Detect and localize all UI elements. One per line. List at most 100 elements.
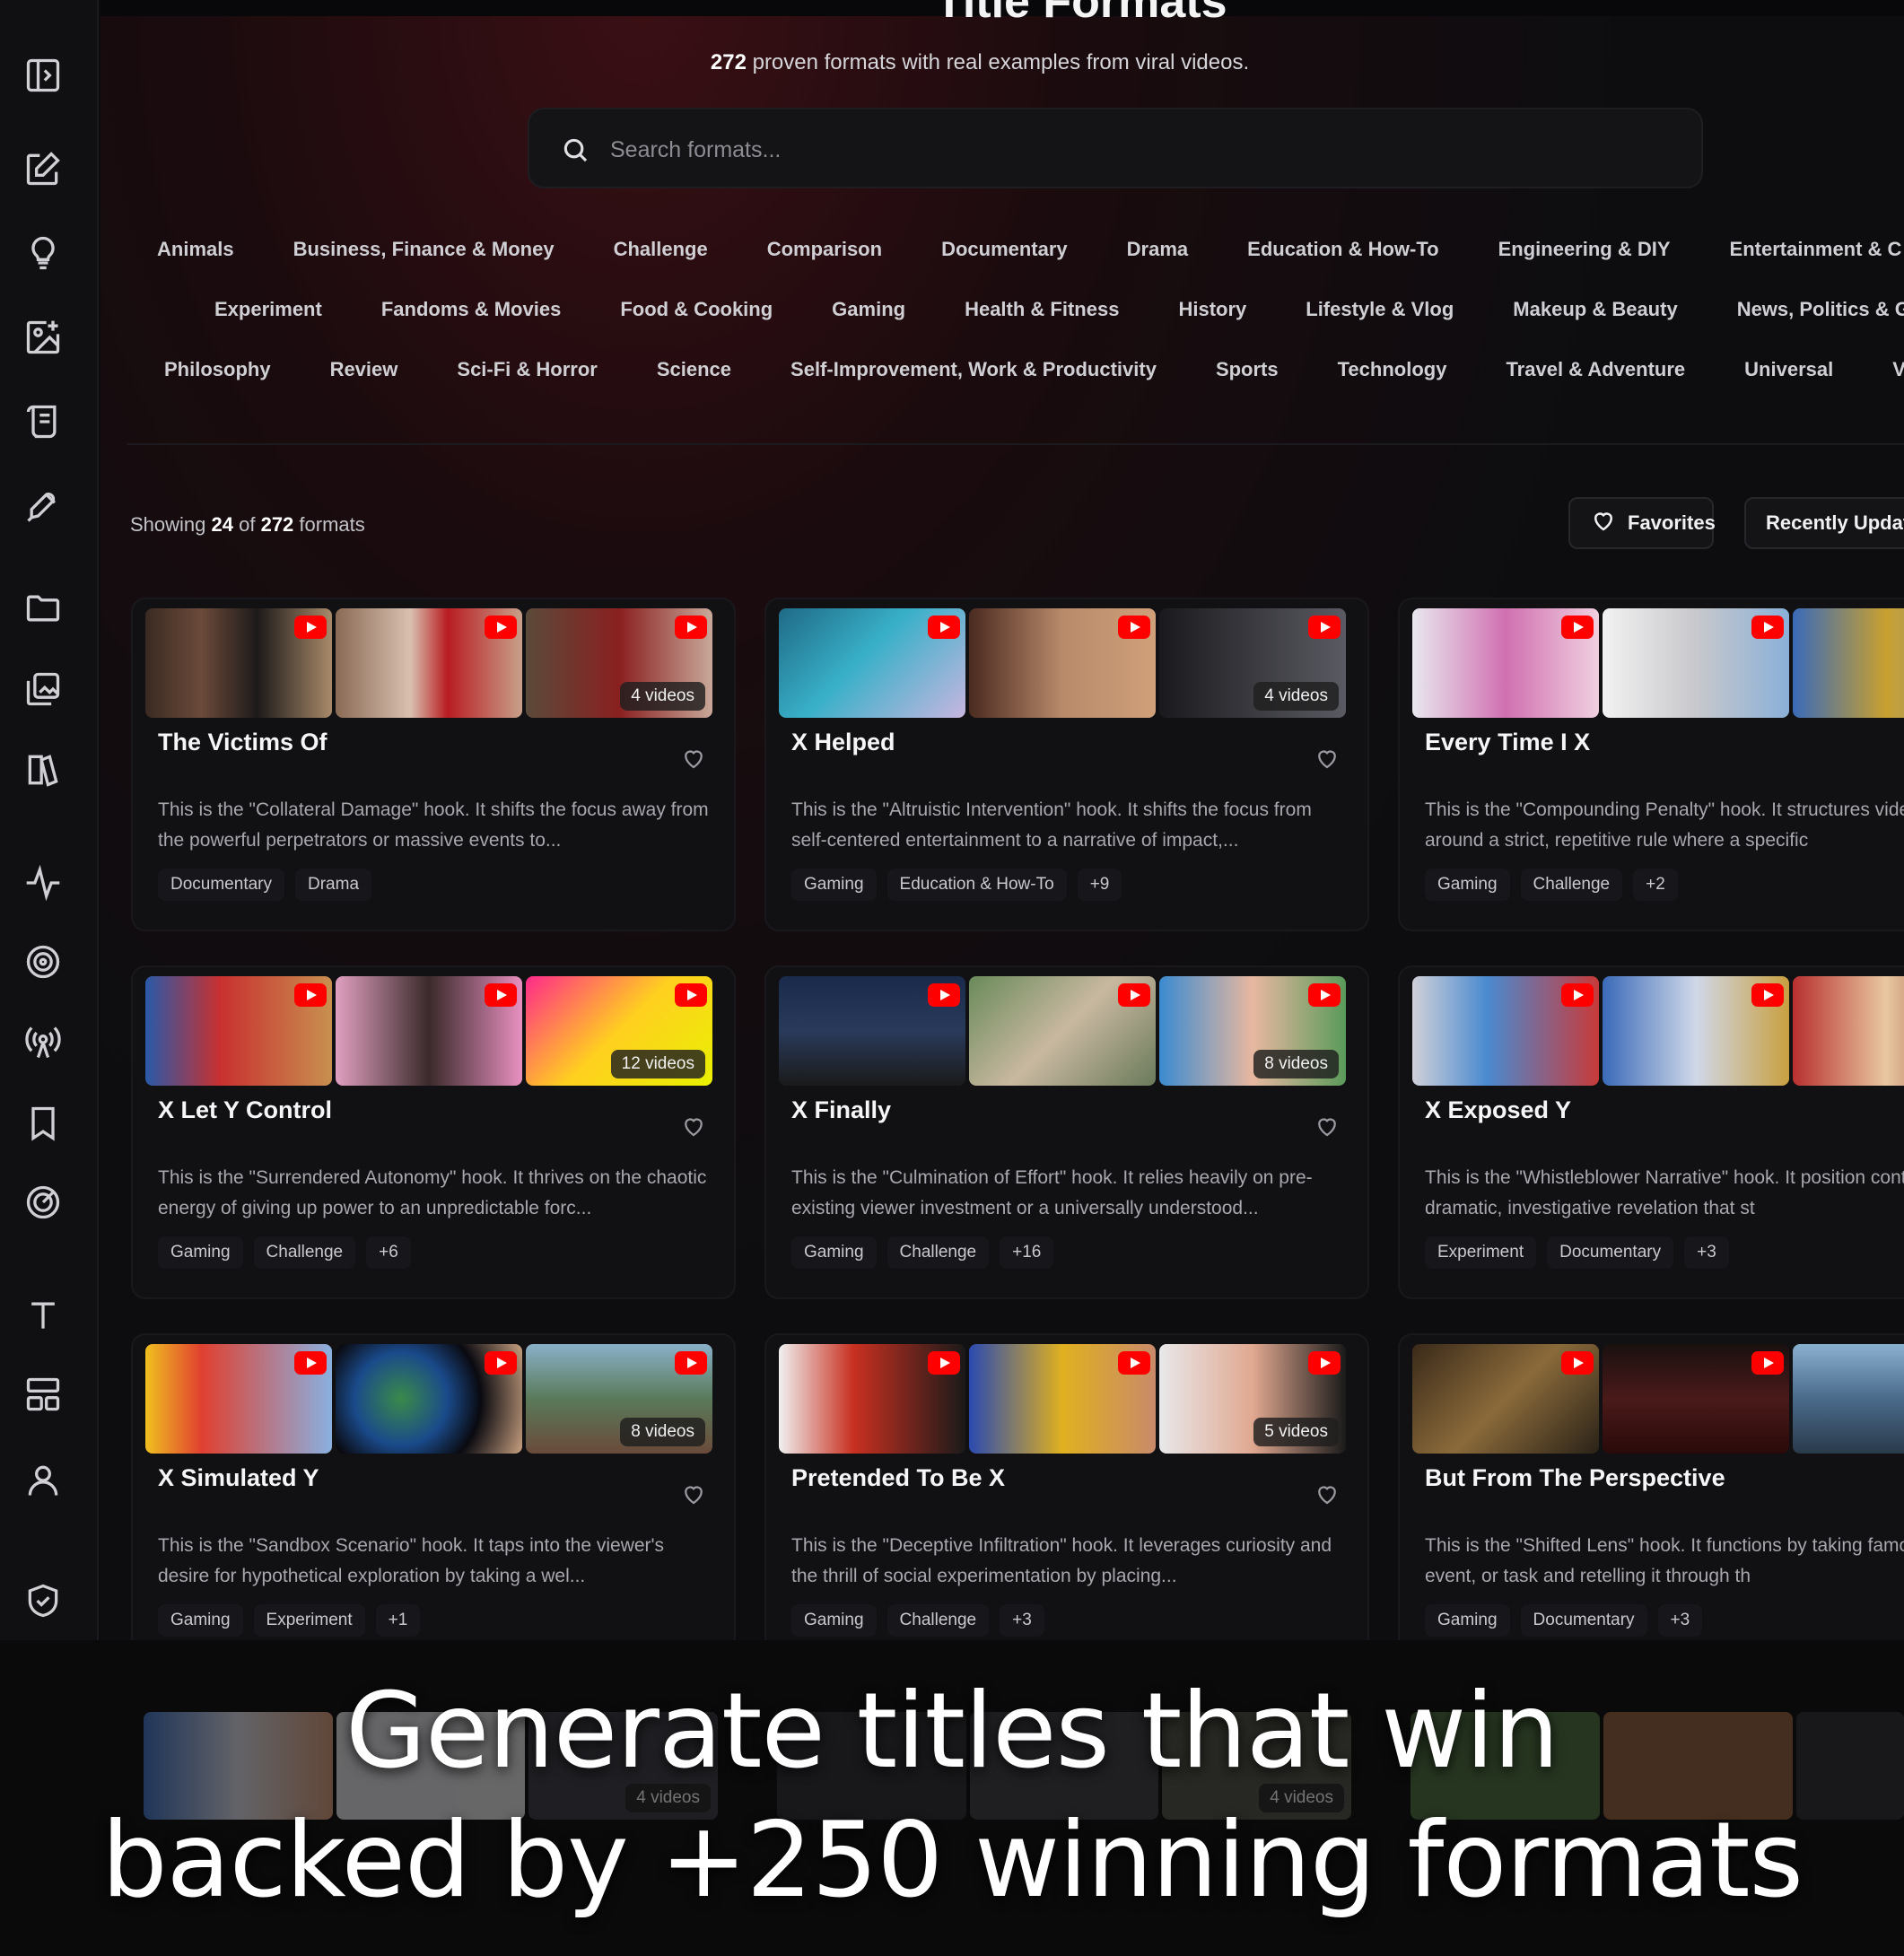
category-chip[interactable]: News, Politics & Geo <box>1707 284 1904 335</box>
category-chip[interactable]: Documentary <box>912 224 1097 275</box>
thumbnail[interactable] <box>1603 1344 1789 1454</box>
category-chip[interactable]: Experiment <box>185 284 352 335</box>
category-chip[interactable]: History <box>1149 284 1276 335</box>
category-chip[interactable]: Universal <box>1715 345 1863 395</box>
tag-overflow-count[interactable]: +2 <box>1633 869 1678 901</box>
tag-overflow-count[interactable]: +6 <box>366 1236 411 1269</box>
script-icon[interactable] <box>23 402 63 441</box>
search-bar[interactable] <box>528 108 1703 188</box>
book-icon[interactable] <box>23 750 63 790</box>
thumbnail[interactable] <box>1412 976 1599 1086</box>
favorites-button[interactable]: Favorites <box>1568 497 1716 549</box>
thumbnail[interactable] <box>336 608 522 718</box>
thumbnail[interactable]: 4 videos <box>526 608 712 718</box>
layout-icon[interactable] <box>23 1375 63 1414</box>
format-card[interactable]: 12 videos X Let Y Control This is the "S… <box>131 965 736 1299</box>
thumbnail[interactable] <box>1793 608 1904 718</box>
tag-overflow-count[interactable]: +3 <box>1684 1236 1729 1269</box>
image-edit-icon[interactable] <box>23 318 63 357</box>
thumbnail[interactable] <box>145 1344 332 1454</box>
category-chip[interactable]: Philosophy <box>135 345 301 395</box>
format-card[interactable]: 4 videos The Victims Of This is the "Col… <box>131 598 736 931</box>
thumbnail[interactable]: 4 videos <box>1159 608 1346 718</box>
thumbnail[interactable] <box>969 1344 1156 1454</box>
format-card[interactable]: 4 videos X Helped This is the "Altruisti… <box>764 598 1369 931</box>
tag-overflow-count[interactable]: +3 <box>1657 1604 1703 1637</box>
radar-icon[interactable] <box>23 1183 63 1222</box>
target-icon[interactable] <box>23 942 63 982</box>
category-chip[interactable]: Ve <box>1863 345 1904 395</box>
category-chip[interactable]: Health & Fitness <box>935 284 1149 335</box>
tag-overflow-count[interactable]: +9 <box>1077 869 1122 901</box>
category-chip[interactable]: Business, Finance & Money <box>264 224 584 275</box>
rocket-icon[interactable] <box>23 486 63 526</box>
folder-icon[interactable] <box>23 589 63 628</box>
category-chip[interactable]: Self-Improvement, Work & Productivity <box>761 345 1186 395</box>
thumbnail[interactable] <box>969 608 1156 718</box>
thumbnail[interactable] <box>336 1344 522 1454</box>
thumbnail[interactable] <box>145 608 332 718</box>
format-card[interactable]: But From The Perspective This is the "Sh… <box>1398 1333 1904 1642</box>
search-input[interactable] <box>610 126 1669 174</box>
sort-dropdown[interactable]: Recently Updat <box>1744 497 1904 549</box>
category-chip[interactable]: Food & Cooking <box>590 284 802 335</box>
favorite-heart-icon[interactable] <box>1314 1480 1341 1507</box>
thumbnail[interactable] <box>336 976 522 1086</box>
thumbnail[interactable] <box>779 608 965 718</box>
broadcast-icon[interactable] <box>23 1023 63 1062</box>
category-chip[interactable]: Education & How-To <box>1218 224 1468 275</box>
gallery-icon[interactable] <box>23 669 63 709</box>
thumbnail[interactable]: 12 videos <box>526 976 712 1086</box>
thumbnail[interactable] <box>969 976 1156 1086</box>
tag-overflow-count[interactable]: +3 <box>1000 1604 1044 1637</box>
tag-overflow-count[interactable]: +1 <box>375 1604 421 1637</box>
format-card[interactable]: X Exposed Y This is the "Whistleblower N… <box>1398 965 1904 1299</box>
category-chip[interactable]: Drama <box>1097 224 1218 275</box>
category-chip[interactable]: Sports <box>1186 345 1308 395</box>
format-card[interactable]: 8 videos X Simulated Y This is the "Sand… <box>131 1333 736 1642</box>
category-chip[interactable]: Technology <box>1308 345 1477 395</box>
tag-overflow-count[interactable]: +16 <box>1000 1236 1054 1269</box>
category-chip[interactable]: Gaming <box>802 284 935 335</box>
category-chip[interactable]: Fandoms & Movies <box>352 284 590 335</box>
user-icon[interactable] <box>23 1461 63 1500</box>
thumbnail[interactable] <box>145 976 332 1086</box>
shield-check-icon[interactable] <box>23 1581 63 1620</box>
thumbnail[interactable] <box>1793 1344 1904 1454</box>
thumbnail[interactable] <box>1603 976 1789 1086</box>
thumbnail[interactable] <box>779 976 965 1086</box>
thumbnail[interactable] <box>1412 608 1599 718</box>
thumbnail[interactable]: 8 videos <box>1159 976 1346 1086</box>
sidebar-toggle-icon[interactable] <box>23 56 63 95</box>
format-card[interactable]: 5 videos Pretended To Be X This is the "… <box>764 1333 1369 1642</box>
favorite-heart-icon[interactable] <box>680 1113 707 1140</box>
category-chip[interactable]: Comparison <box>738 224 912 275</box>
thumbnail[interactable] <box>1412 1344 1599 1454</box>
favorite-heart-icon[interactable] <box>680 1480 707 1507</box>
activity-icon[interactable] <box>23 863 63 903</box>
lightbulb-icon[interactable] <box>23 233 63 273</box>
category-chip[interactable]: Animals <box>127 224 264 275</box>
category-chip[interactable]: Review <box>301 345 428 395</box>
thumbnail[interactable] <box>1793 976 1904 1086</box>
thumbnail[interactable]: 5 videos <box>1159 1344 1346 1454</box>
bookmark-icon[interactable] <box>23 1104 63 1143</box>
format-card[interactable]: Every Time I X This is the "Compounding … <box>1398 598 1904 931</box>
category-chip[interactable]: Makeup & Beauty <box>1483 284 1707 335</box>
favorite-heart-icon[interactable] <box>1314 1113 1341 1140</box>
text-icon[interactable] <box>23 1296 63 1335</box>
edit-icon[interactable] <box>23 149 63 188</box>
favorite-heart-icon[interactable] <box>1314 745 1341 772</box>
category-chip[interactable]: Travel & Adventure <box>1476 345 1715 395</box>
category-chip[interactable]: Sci-Fi & Horror <box>427 345 626 395</box>
thumbnail[interactable] <box>779 1344 965 1454</box>
format-card[interactable]: 8 videos X Finally This is the "Culminat… <box>764 965 1369 1299</box>
favorite-heart-icon[interactable] <box>680 745 707 772</box>
category-chip[interactable]: Entertainment & C <box>1700 224 1904 275</box>
category-chip[interactable]: Engineering & DIY <box>1469 224 1700 275</box>
category-chip[interactable]: Challenge <box>584 224 738 275</box>
category-chip[interactable]: Lifestyle & Vlog <box>1276 284 1483 335</box>
thumbnail[interactable]: 8 videos <box>526 1344 712 1454</box>
category-chip[interactable]: Science <box>627 345 761 395</box>
thumbnail[interactable] <box>1603 608 1789 718</box>
